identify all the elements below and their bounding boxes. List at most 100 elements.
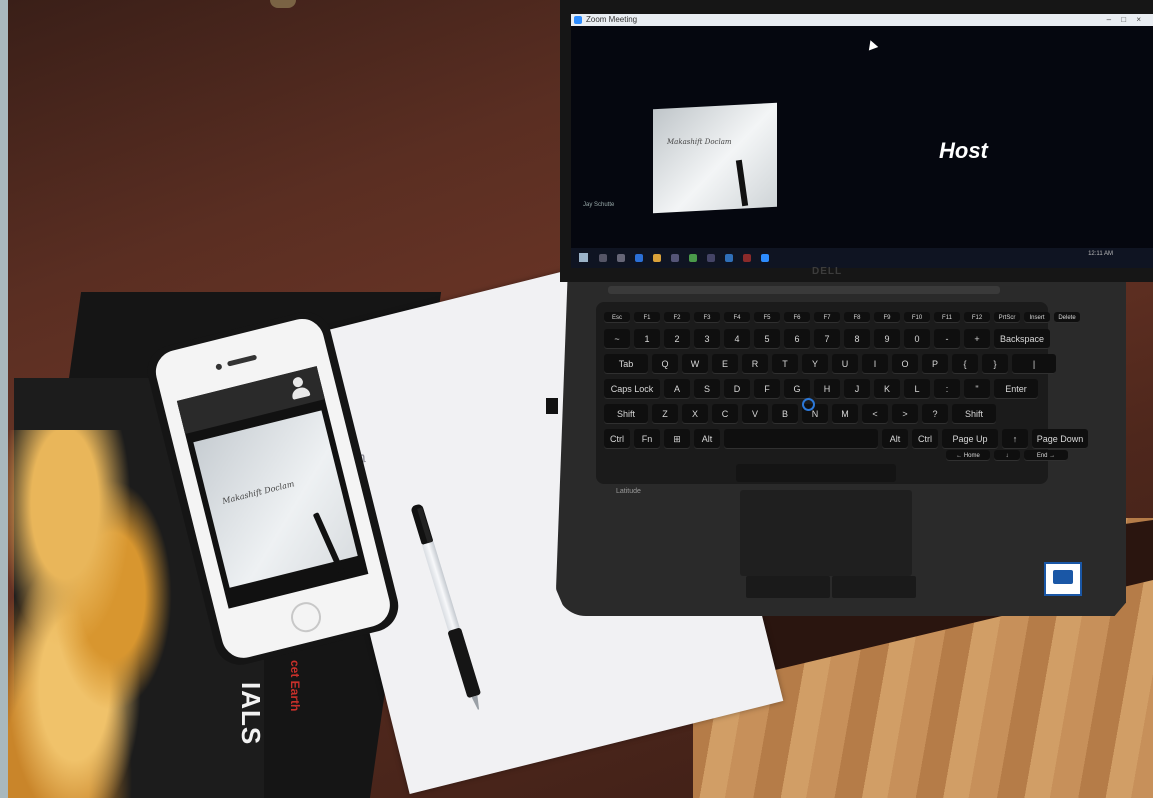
store-icon[interactable] (671, 254, 679, 262)
key-backspace[interactable]: Backspace (994, 329, 1050, 349)
key-shift[interactable]: Shift (952, 404, 996, 424)
key-w[interactable]: W (682, 354, 708, 374)
key-tab[interactable]: Tab (604, 354, 648, 374)
explorer-icon[interactable] (653, 254, 661, 262)
key-9[interactable]: 9 (874, 329, 900, 349)
key-t[interactable]: T (772, 354, 798, 374)
chrome-icon[interactable] (689, 254, 697, 262)
key-c[interactable]: C (712, 404, 738, 424)
key-caps-lock[interactable]: Caps Lock (604, 379, 660, 399)
key-insert[interactable]: Insert (1024, 312, 1050, 323)
key-d[interactable]: D (724, 379, 750, 399)
touchpad-buttons[interactable] (746, 576, 916, 598)
home-button[interactable] (287, 599, 325, 636)
key-h[interactable]: H (814, 379, 840, 399)
key-m[interactable]: M (832, 404, 858, 424)
search-icon[interactable] (599, 254, 607, 262)
key-page-down[interactable]: Page Down (1032, 429, 1088, 449)
key-g[interactable]: G (784, 379, 810, 399)
key-f11[interactable]: F11 (934, 312, 960, 323)
key-f10[interactable]: F10 (904, 312, 930, 323)
touchpad[interactable] (740, 490, 912, 576)
key-sym-12[interactable]: } (982, 354, 1008, 374)
key-r[interactable]: R (742, 354, 768, 374)
zoom-taskbar-icon[interactable] (761, 254, 769, 262)
key-q[interactable]: Q (652, 354, 678, 374)
key-alt[interactable]: Alt (882, 429, 908, 449)
key-f[interactable]: F (754, 379, 780, 399)
key-x[interactable]: X (682, 404, 708, 424)
key-alt[interactable]: Alt (694, 429, 720, 449)
key-f8[interactable]: F8 (844, 312, 870, 323)
key-e[interactable]: E (712, 354, 738, 374)
trackpoint[interactable] (802, 398, 815, 411)
participant-video-tile[interactable] (653, 102, 777, 214)
key-5[interactable]: 5 (754, 329, 780, 349)
key-u[interactable]: U (832, 354, 858, 374)
key-i[interactable]: I (862, 354, 888, 374)
key-prtscr[interactable]: PrtScr (994, 312, 1020, 323)
key-6[interactable]: 6 (784, 329, 810, 349)
key-j[interactable]: J (844, 379, 870, 399)
key-f2[interactable]: F2 (664, 312, 690, 323)
key-1[interactable]: 1 (634, 329, 660, 349)
key-4[interactable]: 4 (724, 329, 750, 349)
key-s[interactable]: S (694, 379, 720, 399)
key-end[interactable]: End → (1024, 450, 1068, 461)
key-f4[interactable]: F4 (724, 312, 750, 323)
key-sym-1[interactable]: ↓ (994, 450, 1020, 461)
key-sym-12[interactable]: + (964, 329, 990, 349)
key-f1[interactable]: F1 (634, 312, 660, 323)
key-k[interactable]: K (874, 379, 900, 399)
key-0[interactable]: 0 (904, 329, 930, 349)
key-ctrl[interactable]: Ctrl (604, 429, 630, 449)
key-sym-2[interactable]: ⊞ (664, 429, 690, 449)
key-sym-13[interactable]: | (1012, 354, 1056, 374)
key-sym-9[interactable]: > (892, 404, 918, 424)
avatar-icon[interactable] (287, 375, 312, 401)
key-enter[interactable]: Enter (994, 379, 1038, 399)
key-8[interactable]: 8 (844, 329, 870, 349)
task-view-icon[interactable] (617, 254, 625, 262)
window-controls[interactable]: – □ × (1107, 15, 1145, 24)
taskbar-clock[interactable]: 12:11 AM (1088, 251, 1113, 257)
edge-icon[interactable] (635, 254, 643, 262)
key-sym-8[interactable]: < (862, 404, 888, 424)
key-f9[interactable]: F9 (874, 312, 900, 323)
key-esc[interactable]: Esc (604, 312, 630, 323)
outlook-icon[interactable] (725, 254, 733, 262)
key-sym-11[interactable]: " (964, 379, 990, 399)
key-y[interactable]: Y (802, 354, 828, 374)
key-home[interactable]: ← Home (946, 450, 990, 461)
key-p[interactable]: P (922, 354, 948, 374)
key-sym-10[interactable]: : (934, 379, 960, 399)
trackpoint-buttons[interactable] (736, 464, 896, 482)
key-3[interactable]: 3 (694, 329, 720, 349)
key-o[interactable]: O (892, 354, 918, 374)
app-icon[interactable] (707, 254, 715, 262)
key-l[interactable]: L (904, 379, 930, 399)
key-f12[interactable]: F12 (964, 312, 990, 323)
key-shift[interactable]: Shift (604, 404, 648, 424)
key-space[interactable] (724, 429, 878, 449)
key-sym-0[interactable]: ~ (604, 329, 630, 349)
phone-screen[interactable]: Makashift Doclam (176, 366, 369, 609)
key-v[interactable]: V (742, 404, 768, 424)
key-sym-11[interactable]: { (952, 354, 978, 374)
key-page-up[interactable]: Page Up (942, 429, 998, 449)
key-b[interactable]: B (772, 404, 798, 424)
key-f6[interactable]: F6 (784, 312, 810, 323)
app-icon-2[interactable] (743, 254, 751, 262)
key-a[interactable]: A (664, 379, 690, 399)
key-f5[interactable]: F5 (754, 312, 780, 323)
windows-start-icon[interactable] (579, 253, 588, 262)
key-2[interactable]: 2 (664, 329, 690, 349)
key-f7[interactable]: F7 (814, 312, 840, 323)
key-fn[interactable]: Fn (634, 429, 660, 449)
zoom-title-bar[interactable]: Zoom Meeting – □ × (571, 14, 1153, 26)
key-7[interactable]: 7 (814, 329, 840, 349)
touchpad-right-button[interactable] (832, 576, 916, 598)
key-delete[interactable]: Delete (1054, 312, 1080, 323)
key-ctrl[interactable]: Ctrl (912, 429, 938, 449)
touchpad-left-button[interactable] (746, 576, 830, 598)
